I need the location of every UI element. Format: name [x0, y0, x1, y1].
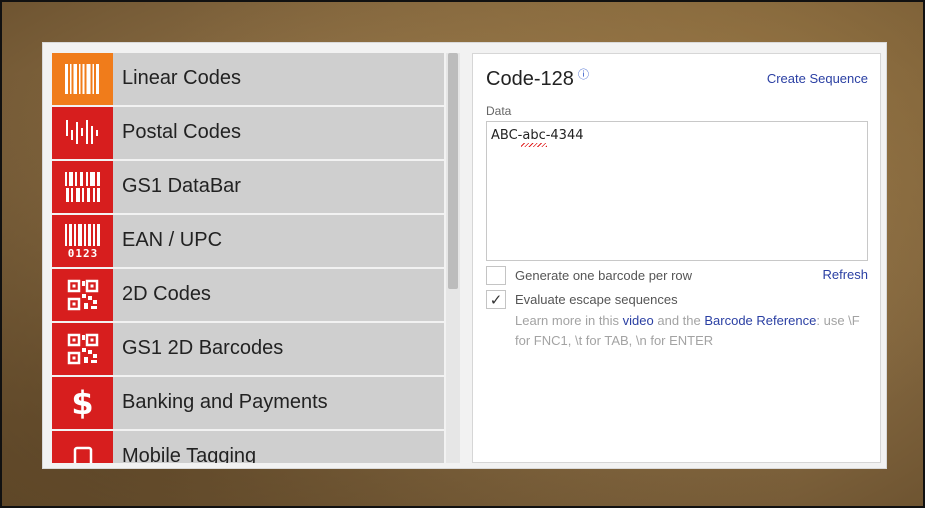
help-text: Learn more in this: [515, 313, 623, 328]
option-one-barcode-per-row[interactable]: Generate one barcode per row: [486, 266, 692, 285]
category-gs1-databar[interactable]: GS1 DataBar: [52, 161, 444, 213]
linear-barcode-icon: [52, 53, 113, 105]
ean-upc-icon: 0123: [52, 215, 113, 267]
option-label: Generate one barcode per row: [515, 268, 693, 283]
create-sequence-link[interactable]: Create Sequence: [767, 71, 868, 86]
category-ean-upc[interactable]: 0123 EAN / UPC: [52, 215, 444, 267]
scrollbar-thumb[interactable]: [448, 53, 458, 289]
category-list-scrollbar[interactable]: [446, 53, 460, 463]
video-link[interactable]: video: [623, 313, 654, 328]
help-text: and the: [653, 313, 705, 328]
category-gs1-2d-barcodes[interactable]: GS1 2D Barcodes: [52, 323, 444, 375]
category-banking-and-payments[interactable]: $ Banking and Payments: [52, 377, 444, 429]
spellcheck-underline: [521, 143, 547, 147]
category-label: Linear Codes: [122, 67, 241, 89]
option-label: Evaluate escape sequences: [515, 292, 678, 307]
category-linear-codes[interactable]: Linear Codes: [52, 53, 444, 105]
barcode-settings-panel: Code-128 ⓘ Create Sequence Data ABC-abc-…: [472, 53, 881, 463]
category-label: 2D Codes: [122, 283, 211, 305]
category-label: GS1 DataBar: [122, 175, 241, 197]
category-list: Linear Codes Postal Codes GS1 DataBar 01…: [52, 53, 459, 463]
info-icon[interactable]: ⓘ: [578, 66, 589, 82]
data-input[interactable]: ABC-abc-4344: [486, 121, 868, 261]
gs1-databar-icon: [52, 161, 113, 213]
category-label: Mobile Tagging: [122, 445, 257, 463]
category-postal-codes[interactable]: Postal Codes: [52, 107, 444, 159]
checkbox-one-barcode-per-row[interactable]: [486, 266, 506, 285]
data-label: Data: [486, 104, 512, 118]
qr-code-icon: [52, 323, 113, 375]
category-label: Banking and Payments: [122, 391, 328, 413]
checkbox-evaluate-escape-sequences[interactable]: ✓: [486, 290, 506, 309]
category-mobile-tagging[interactable]: Mobile Tagging: [52, 431, 444, 463]
barcode-reference-link[interactable]: Barcode Reference: [704, 313, 816, 328]
category-label: EAN / UPC: [122, 229, 223, 251]
mobile-phone-icon: [52, 431, 113, 463]
refresh-link[interactable]: Refresh: [822, 267, 868, 282]
ean-digits: 0123: [67, 247, 98, 259]
postal-barcode-icon: [52, 107, 113, 159]
qr-code-icon: [52, 269, 113, 321]
barcode-type-title: Code-128: [486, 68, 574, 90]
escape-sequence-help: Learn more in this video and the Barcode…: [515, 311, 870, 351]
category-label: Postal Codes: [122, 121, 241, 143]
option-evaluate-escape-sequences[interactable]: ✓ Evaluate escape sequences: [486, 290, 678, 309]
category-label: GS1 2D Barcodes: [122, 337, 284, 359]
category-2d-codes[interactable]: 2D Codes: [52, 269, 444, 321]
dollar-icon: $: [52, 377, 113, 429]
dollar-glyph: $: [71, 384, 94, 422]
barcode-generator-frame: Linear Codes Postal Codes GS1 DataBar 01…: [42, 42, 887, 469]
